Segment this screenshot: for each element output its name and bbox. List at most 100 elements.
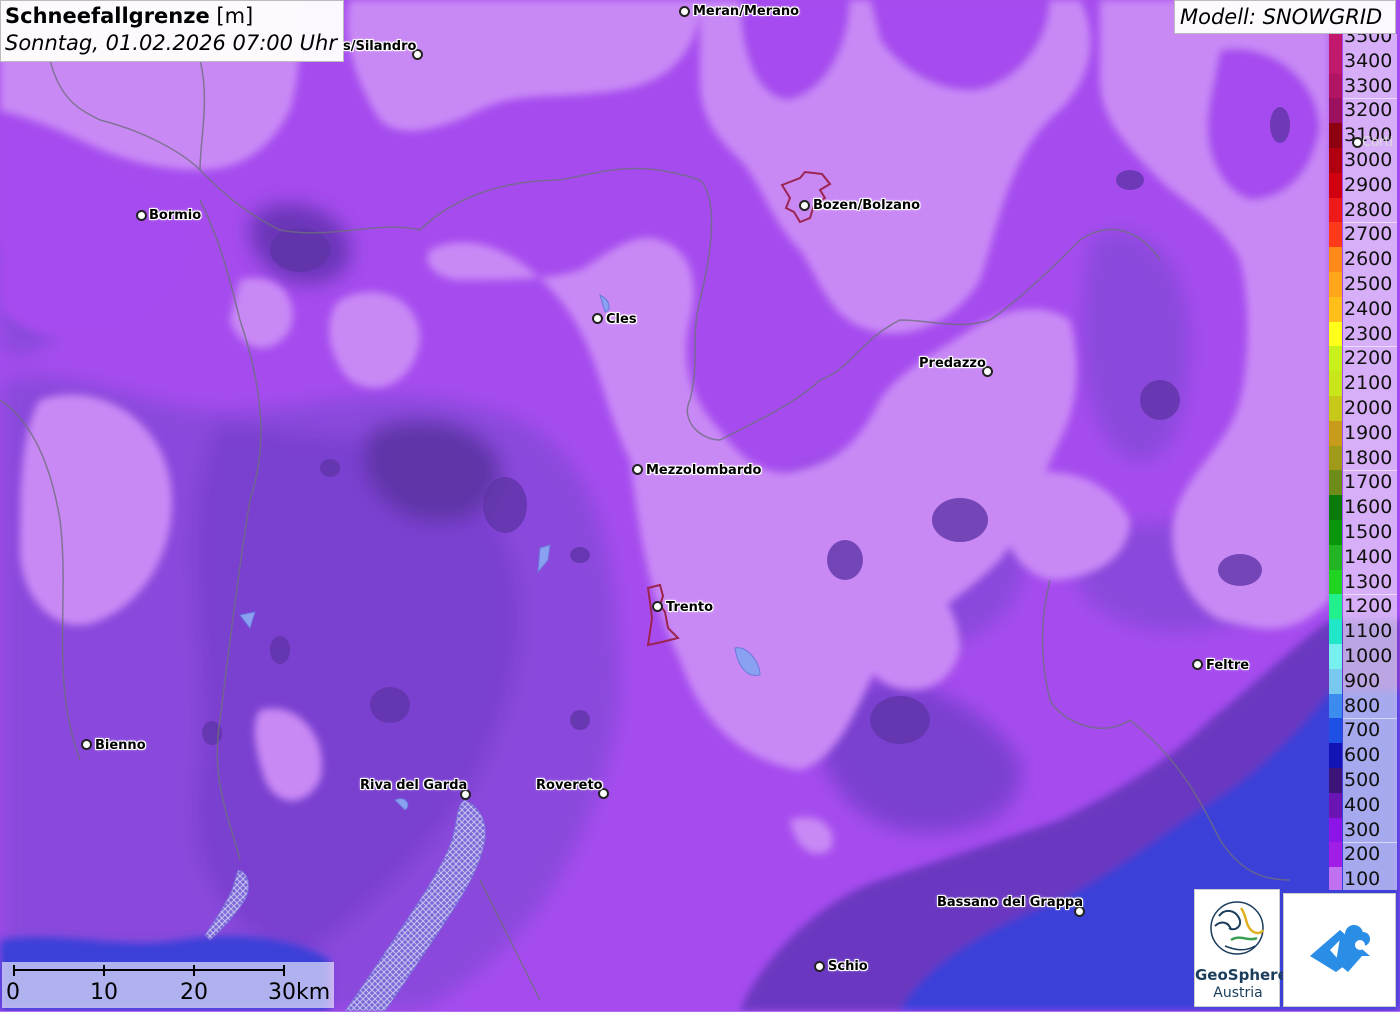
legend-swatch [1329,197,1342,223]
legend-label: 600 [1343,743,1397,769]
legend-swatch [1329,296,1342,322]
legend-swatch [1329,148,1342,173]
legend-label: 2800 [1343,197,1397,223]
title-unit: [m] [216,4,254,28]
geosphere-logo-line1: GeoSphere [1195,966,1288,984]
legend-swatch [1329,34,1342,49]
legend-row: 1800 [1329,445,1397,471]
legend-label: 1200 [1343,594,1397,620]
legend-row: 1700 [1329,470,1397,496]
legend-label: 300 [1343,817,1397,843]
legend-row: 400 [1329,792,1397,818]
legend-label: 200 [1343,842,1397,868]
city-label: Feltre [1206,658,1250,673]
house-snow-icon [1310,925,1370,972]
legend-swatch [1329,644,1342,669]
legend-label: 1300 [1343,569,1397,595]
city-marker-icon[interactable] [632,464,643,475]
city-label: Mezzolombardo [646,463,762,478]
legend-row: 2200 [1329,346,1397,372]
geosphere-logo[interactable]: GeoSphere Austria [1194,889,1288,1007]
legend-row: 1000 [1329,644,1397,669]
legend-swatch [1329,792,1342,818]
city-label: Rovereto [536,778,603,793]
legend-swatch [1329,48,1342,74]
legend-label: 700 [1343,718,1397,744]
legend-swatch [1329,420,1342,446]
city-marker-icon[interactable] [814,961,825,972]
legend-label: 1400 [1343,544,1397,570]
legend-swatch [1329,743,1342,769]
legend-row: 1900 [1329,420,1397,446]
city-marker-icon[interactable] [679,6,690,17]
legend-row: 200 [1329,842,1397,868]
geosphere-emblem-icon [1210,901,1265,955]
legend-label: 2100 [1343,371,1397,397]
city-label: Bassano del Grappa [937,895,1083,910]
legend-row: 100 [1329,867,1397,890]
legend-label: 2000 [1343,396,1397,421]
city-marker-icon[interactable] [81,739,92,750]
legend-swatch [1329,371,1342,397]
legend-swatch [1329,445,1342,471]
legend-row: 2500 [1329,272,1397,297]
legend-swatch [1329,718,1342,744]
legend-swatch [1329,396,1342,421]
legend-row: 1500 [1329,520,1397,545]
legend-label: 2400 [1343,296,1397,322]
legend-row: 2900 [1329,172,1397,198]
legend-row: 2000 [1329,396,1397,421]
legend-swatch [1329,73,1342,99]
scale-label-30: 30km [268,980,331,1005]
city-marker-icon[interactable] [136,210,147,221]
legend-swatch [1329,123,1342,149]
legend-row: 2800 [1329,197,1397,223]
city-label: Schio [828,959,868,974]
legend-label: 3000 [1343,148,1397,173]
legend-row: 3500 [1329,34,1397,49]
snowgrid-logo[interactable] [1283,893,1396,1007]
scale-label-10: 10 [90,980,118,1005]
city-label: Predazzo [919,356,986,371]
legend-row: 1100 [1329,619,1397,645]
legend-row: 3400 [1329,48,1397,74]
legend-row: 1200 [1329,594,1397,620]
legend-label: 2300 [1343,321,1397,347]
scale-label-0: 0 [6,980,20,1005]
legend-label: 1700 [1343,470,1397,496]
legend-swatch [1329,495,1342,521]
legend-swatch [1329,768,1342,793]
city-marker-icon[interactable] [652,601,663,612]
legend-swatch [1329,668,1342,694]
legend-label: 1500 [1343,520,1397,545]
snowline-map[interactable] [0,0,1400,1011]
city-marker-icon[interactable] [592,313,603,324]
color-legend: 3500 3400 3300 3200 3100 3000 2900 2800 2700 2600… [1329,34,1397,890]
legend-swatch [1329,842,1342,868]
legend-swatch [1329,594,1342,620]
legend-label: 100 [1343,867,1397,890]
scale-label-20: 20 [180,980,208,1005]
legend-label: 2200 [1343,346,1397,372]
legend-swatch [1329,544,1342,570]
legend-row: 600 [1329,743,1397,769]
legend-row: 2600 [1329,247,1397,273]
city-marker-icon[interactable] [799,200,810,211]
city-label: Meran/Merano [693,4,800,19]
legend-swatch [1329,321,1342,347]
legend-label: 2700 [1343,222,1397,248]
legend-row: 1400 [1329,544,1397,570]
legend-label: 2600 [1343,247,1397,273]
legend-label: 1900 [1343,420,1397,446]
city-label: Bienno [95,738,146,753]
legend-label: 800 [1343,693,1397,719]
legend-row: 1300 [1329,569,1397,595]
legend-row: 2700 [1329,222,1397,248]
model-label: Modell: SNOWGRID [1174,0,1396,34]
title-box: Schneefallgrenze [m] Sonntag, 01.02.2026… [0,0,344,62]
legend-label: 1600 [1343,495,1397,521]
city-marker-icon[interactable] [1192,659,1203,670]
legend-label: 900 [1343,668,1397,694]
legend-row: 500 [1329,768,1397,793]
title-datetime: Sonntag, 01.02.2026 07:00 Uhr [5,31,338,55]
